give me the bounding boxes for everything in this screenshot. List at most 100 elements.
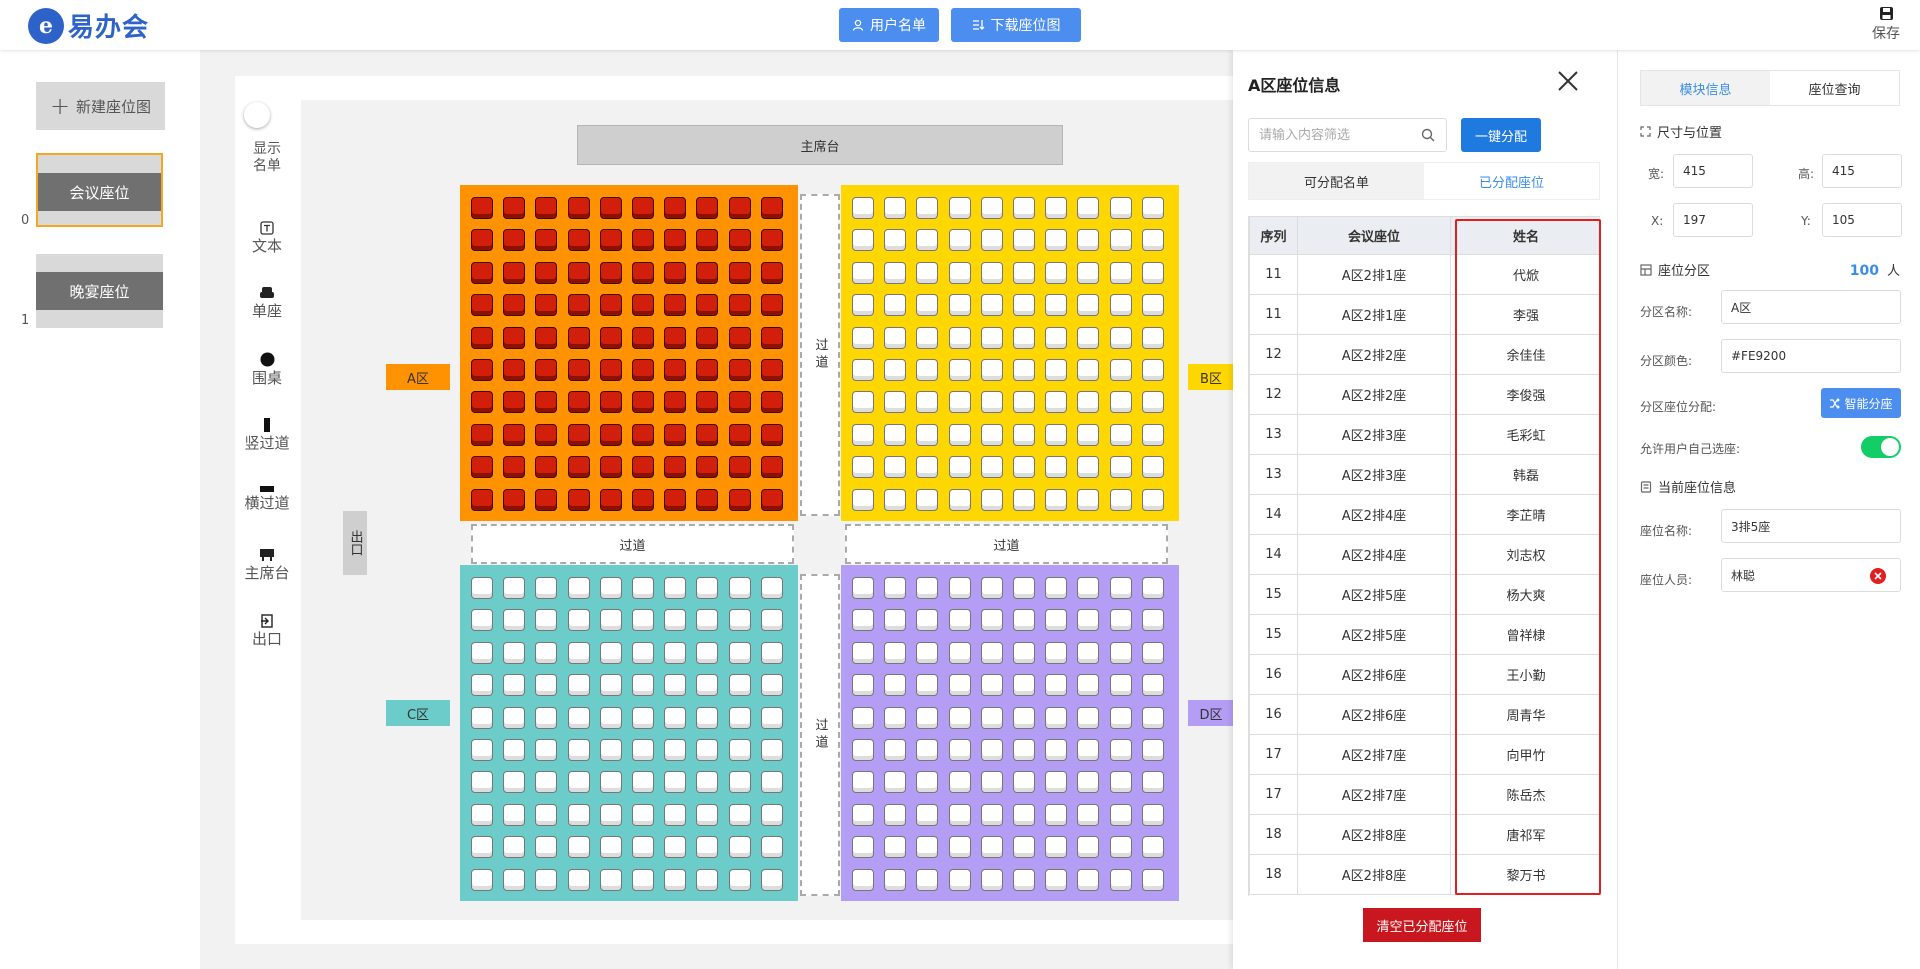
seat[interactable] [760,423,783,446]
seat[interactable] [1141,229,1164,252]
seat[interactable] [696,358,719,381]
seat[interactable] [948,674,971,697]
show-list-toggle[interactable] [244,102,270,128]
seat[interactable] [503,294,526,317]
seat[interactable] [948,577,971,599]
table-row[interactable]: 13 A区2排3座 韩磊 [1249,454,1600,495]
seat[interactable] [980,803,1003,826]
seat[interactable] [916,803,939,826]
seat[interactable] [503,706,526,729]
seat[interactable] [471,197,493,219]
seat[interactable] [535,261,558,284]
seat[interactable] [1077,771,1100,794]
seat[interactable] [567,836,590,859]
tool-single-seat[interactable]: 单座 [235,286,299,320]
seat[interactable] [1012,674,1035,697]
seat[interactable] [760,358,783,381]
seat[interactable] [728,836,751,859]
horizontal-aisle-left[interactable]: 过道 [471,524,794,564]
seat[interactable] [631,294,654,317]
seat[interactable] [631,577,654,599]
table-row[interactable]: 11 A区2排1座 李强 [1249,294,1600,335]
assigned-table-wrap[interactable]: 序列 会议座位 姓名 11 A区2排1座 代焮 11 A区2排1座 李强 12 A区2排2座余… [1248,216,1600,896]
seat[interactable] [760,706,783,729]
table-row[interactable]: 17 A区2排7座 向甲竹 [1249,734,1600,775]
seat[interactable] [631,261,654,284]
table-row[interactable]: 14 A区2排4座 刘志权 [1249,534,1600,575]
seat[interactable] [599,391,622,414]
seat[interactable] [503,261,526,284]
seat[interactable] [471,771,493,794]
seat[interactable] [664,803,687,826]
seat[interactable] [664,358,687,381]
seat[interactable] [567,294,590,317]
seat[interactable] [852,391,874,414]
seat[interactable] [1012,294,1035,317]
seat[interactable] [852,294,874,317]
seat[interactable] [728,577,751,599]
seat[interactable] [760,197,783,219]
seat[interactable] [631,868,654,891]
seat[interactable] [980,868,1003,891]
seat[interactable] [1012,738,1035,761]
seat[interactable] [599,803,622,826]
clear-assigned-button[interactable]: 清空已分配座位 [1363,908,1481,942]
seat[interactable] [1012,423,1035,446]
seat[interactable] [728,803,751,826]
seat[interactable] [1077,326,1100,349]
seat[interactable] [1077,706,1100,729]
seat[interactable] [884,488,907,511]
seat[interactable] [760,326,783,349]
seat[interactable] [1109,836,1132,859]
seat[interactable] [503,197,526,219]
seat[interactable] [1012,836,1035,859]
seat[interactable] [503,674,526,697]
seat[interactable] [471,358,493,381]
seat[interactable] [599,609,622,632]
zone-d-block[interactable] [841,565,1179,901]
seat[interactable] [1012,609,1035,632]
seat[interactable] [471,488,493,511]
seat[interactable] [1012,868,1035,891]
height-input[interactable]: 415 [1822,154,1902,188]
seat[interactable] [1045,197,1068,219]
zone-color-input[interactable]: #FE9200 [1721,339,1901,373]
seat[interactable] [1012,803,1035,826]
seat[interactable] [696,423,719,446]
seat[interactable] [916,391,939,414]
seat[interactable] [760,229,783,252]
seat[interactable] [1109,738,1132,761]
seat[interactable] [696,261,719,284]
seat[interactable] [1077,674,1100,697]
seat[interactable] [535,391,558,414]
seat[interactable] [471,738,493,761]
tool-text[interactable]: 文本 [235,221,299,255]
seat[interactable] [884,738,907,761]
seat[interactable] [1012,261,1035,284]
seat[interactable] [728,706,751,729]
seat[interactable] [599,326,622,349]
seat[interactable] [664,229,687,252]
seat[interactable] [696,641,719,664]
seat[interactable] [503,423,526,446]
seat[interactable] [567,229,590,252]
seat[interactable] [948,868,971,891]
seat[interactable] [535,229,558,252]
seat[interactable] [471,577,493,599]
seat[interactable] [728,456,751,479]
seat[interactable] [1045,358,1068,381]
app-logo[interactable]: e 易办会 [28,7,149,44]
seat[interactable] [696,391,719,414]
seat[interactable] [535,738,558,761]
seat[interactable] [696,771,719,794]
seat[interactable] [948,488,971,511]
seat[interactable] [916,456,939,479]
seat[interactable] [1141,294,1164,317]
seat[interactable] [631,391,654,414]
seat[interactable] [980,229,1003,252]
seat[interactable] [1045,609,1068,632]
seat[interactable] [1141,674,1164,697]
seat[interactable] [1109,674,1132,697]
seat[interactable] [916,197,939,219]
seat[interactable] [728,738,751,761]
